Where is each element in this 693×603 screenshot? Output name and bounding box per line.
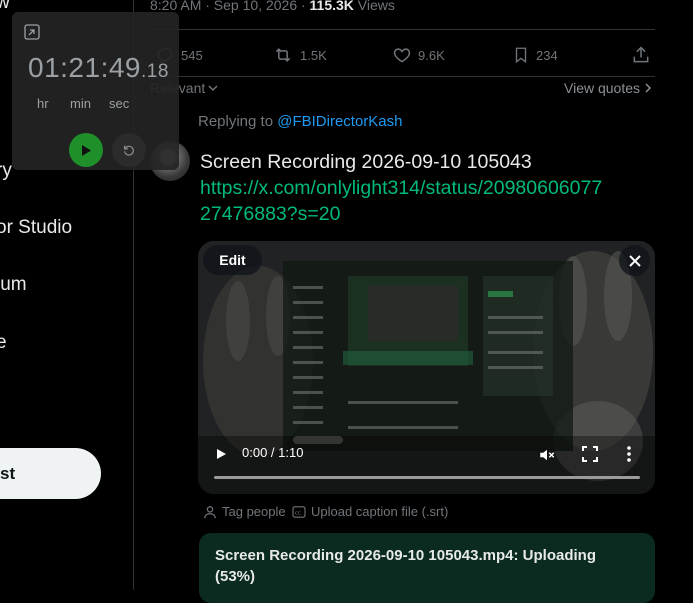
compose-link-line1: https://x.com/onlylight314/status/209806… (200, 177, 603, 199)
remove-media-button[interactable] (619, 245, 650, 276)
close-icon (628, 254, 642, 268)
reset-icon (122, 143, 136, 157)
share-action[interactable] (631, 45, 651, 65)
chevron-down-icon (207, 82, 219, 94)
replying-to: Replying to @FBIDirectorKash (198, 113, 402, 130)
nav-top-fragment[interactable]: w (0, 0, 10, 14)
repost-action[interactable]: 1.5K (272, 45, 327, 65)
compose-title: Screen Recording 2026-09-10 105043 (200, 151, 532, 173)
stopwatch-reset-button[interactable] (112, 133, 146, 167)
svg-text:cc: cc (295, 510, 301, 516)
edit-button-label: Edit (219, 252, 246, 268)
post-button-label: st (0, 463, 16, 483)
upload-status-banner: Screen Recording 2026-09-10 105043.mp4: … (199, 533, 655, 603)
heart-icon (392, 45, 412, 65)
meta-divider (150, 29, 655, 30)
upload-status-text: Screen Recording 2026-09-10 105043.mp4: … (215, 547, 596, 585)
unit-min: min (70, 96, 91, 111)
views-count: 115.3K (309, 0, 354, 13)
like-action[interactable]: 9.6K (392, 45, 445, 65)
views-label: Views (353, 0, 395, 13)
play-icon[interactable] (214, 447, 228, 461)
edit-button[interactable]: Edit (203, 245, 262, 275)
bookmark-action[interactable]: 234 (512, 45, 558, 65)
upload-caption-label: Upload caption file (.srt) (311, 504, 449, 519)
repost-count: 1.5K (300, 47, 327, 63)
fullscreen-icon[interactable] (582, 446, 598, 462)
tweet-time[interactable]: 8:20 AM · Sep 10, 2026 · (150, 0, 310, 13)
view-quotes-label: View quotes (564, 80, 641, 96)
compose-link-line2: 27476883?s=20 (200, 203, 341, 225)
video-time: 0:00 / 1:10 (242, 445, 304, 460)
nav-item-creator-studio[interactable]: or Studio (0, 217, 72, 239)
video-preview[interactable]: 0:00 / 1:10 (198, 241, 655, 494)
actions-divider (150, 76, 655, 77)
reply-count: 545 (181, 47, 203, 63)
nav-item-more[interactable]: e (0, 332, 7, 354)
play-icon (80, 144, 92, 157)
mute-icon[interactable] (538, 446, 556, 464)
unit-hr: hr (37, 96, 49, 111)
stopwatch-time-main: 01:21:49 (28, 52, 141, 83)
tweet-meta: 8:20 AM · Sep 10, 2026 · 115.3K Views (150, 0, 395, 13)
upload-caption-button[interactable]: cc Upload caption file (.srt) (292, 504, 448, 519)
bookmark-count: 234 (536, 47, 558, 63)
tag-people-label: Tag people (222, 504, 286, 519)
compact-overlay-icon[interactable] (24, 24, 40, 40)
like-count: 9.6K (418, 47, 445, 63)
view-quotes-link[interactable]: View quotes (564, 80, 653, 96)
cc-icon: cc (292, 505, 306, 518)
unit-sec: sec (109, 96, 130, 111)
more-options-icon[interactable] (626, 446, 632, 462)
chevron-right-icon (643, 82, 653, 94)
tag-people-button[interactable]: Tag people (203, 504, 286, 519)
replying-to-handle[interactable]: @FBIDirectorKash (277, 113, 402, 130)
nav-item-premium[interactable]: ium (0, 274, 27, 296)
nav-item-history[interactable]: ry (0, 160, 12, 182)
person-icon (203, 505, 217, 519)
stopwatch-start-button[interactable] (69, 133, 103, 167)
post-button[interactable]: st (0, 448, 101, 499)
stopwatch-time: 01:21:49.18 (28, 52, 169, 84)
bookmark-icon (512, 45, 530, 65)
stopwatch-time-ms: .18 (141, 61, 169, 82)
video-progress-bar[interactable] (214, 476, 640, 479)
repost-icon (272, 45, 294, 65)
replying-to-label: Replying to (198, 113, 278, 130)
compose-textarea[interactable]: Screen Recording 2026-09-10 105043 https… (200, 149, 602, 227)
share-icon (631, 45, 651, 65)
stopwatch-widget[interactable]: 01:21:49.18 hr min sec (12, 12, 179, 170)
